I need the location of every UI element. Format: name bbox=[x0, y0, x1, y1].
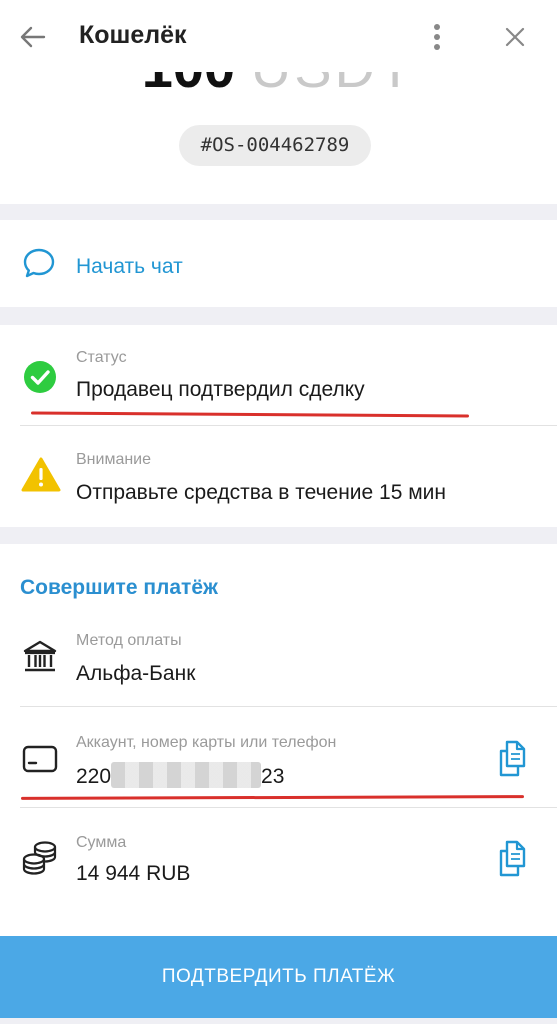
chat-bubble-icon bbox=[23, 248, 55, 278]
copy-account-button[interactable] bbox=[496, 739, 530, 779]
account-label: Аккаунт, номер карты или телефон bbox=[76, 734, 337, 751]
payment-method-value: Альфа-Банк bbox=[76, 662, 196, 685]
warning-triangle-icon bbox=[21, 457, 61, 492]
account-row: Аккаунт, номер карты или телефон 220 23 bbox=[0, 707, 557, 807]
warning-value: Отправьте средства в течение 15 мин bbox=[76, 481, 447, 504]
order-id-badge[interactable]: #OS-004462789 bbox=[179, 125, 371, 166]
status-label: Статус bbox=[76, 349, 127, 366]
back-arrow-icon bbox=[20, 26, 46, 48]
confirm-payment-button[interactable]: ПОДТВЕРДИТЬ ПЛАТЁЖ bbox=[0, 936, 557, 1018]
sum-value: 14 944 RUB bbox=[76, 862, 191, 885]
start-chat-row[interactable]: Начать чат bbox=[0, 220, 557, 307]
more-vertical-icon bbox=[434, 24, 440, 50]
close-button[interactable] bbox=[498, 20, 532, 54]
bank-icon bbox=[23, 640, 57, 672]
copy-sum-button[interactable] bbox=[496, 839, 530, 879]
warning-row: Внимание Отправьте средства в течение 15… bbox=[0, 426, 557, 527]
page-title: Кошелёк bbox=[79, 21, 187, 49]
close-icon bbox=[505, 27, 525, 47]
app-header: Кошелёк bbox=[0, 0, 557, 72]
status-card: Статус Продавец подтвердил сделку Вниман… bbox=[0, 325, 557, 527]
sum-label: Сумма bbox=[76, 834, 127, 851]
copy-icon bbox=[499, 840, 526, 877]
more-menu-button[interactable] bbox=[422, 20, 452, 54]
sum-row: Сумма 14 944 RUB bbox=[0, 808, 557, 908]
status-value: Продавец подтвердил сделку bbox=[76, 378, 365, 401]
account-value: 220 23 bbox=[76, 762, 284, 789]
account-underline-mark bbox=[20, 795, 525, 800]
coins-icon bbox=[22, 841, 57, 875]
payment-section-title: Совершите платёж bbox=[20, 576, 218, 599]
payment-card: Совершите платёж Метод оплаты Альфа-Банк… bbox=[0, 544, 557, 936]
account-prefix: 220 bbox=[76, 765, 112, 788]
status-row: Статус Продавец подтвердил сделку bbox=[0, 325, 557, 425]
status-underline-mark bbox=[30, 411, 470, 418]
payment-method-row: Метод оплаты Альфа-Банк bbox=[0, 607, 557, 707]
start-chat-label: Начать чат bbox=[76, 255, 183, 278]
check-circle-icon bbox=[24, 361, 56, 393]
payment-method-label: Метод оплаты bbox=[76, 632, 182, 649]
back-button[interactable] bbox=[16, 20, 50, 54]
warning-label: Внимание bbox=[76, 451, 152, 468]
copy-icon bbox=[499, 740, 526, 777]
account-suffix: 23 bbox=[261, 765, 285, 788]
account-redacted bbox=[111, 762, 262, 788]
card-icon bbox=[22, 745, 58, 773]
